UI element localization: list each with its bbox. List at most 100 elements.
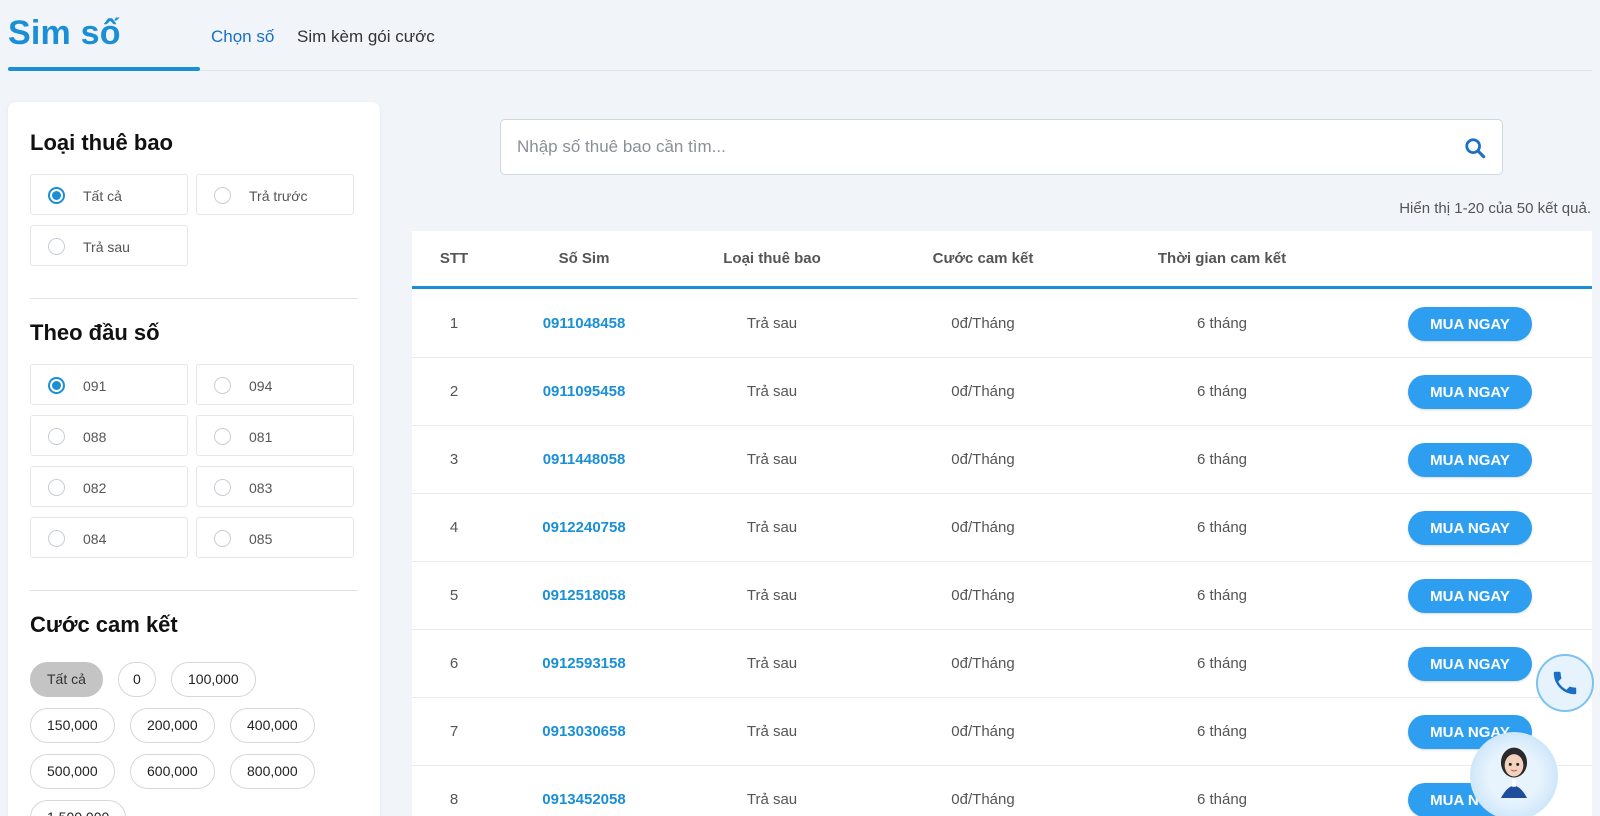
table-row: 4 0912240758 Trả sau 0đ/Tháng 6 tháng MUA NGA…: [412, 494, 1592, 562]
sim-number-link[interactable]: 0911095458: [543, 383, 626, 400]
option-label: 094: [249, 378, 273, 394]
table-row: 7 0913030658 Trả sau 0đ/Tháng 6 tháng MUA NGA…: [412, 698, 1592, 766]
results-count: Hiển thị 1-20 của 50 kết quả.: [1399, 200, 1591, 217]
commit-period-cell: 6 tháng: [1196, 587, 1248, 604]
commit-fee-cell: 0đ/Tháng: [951, 315, 1015, 332]
subscriber-type-cell: Trả sau: [746, 383, 798, 400]
option-label: 081: [249, 429, 273, 445]
fee-chip-500000[interactable]: 500,000: [30, 754, 115, 789]
option-label: 084: [83, 531, 107, 547]
table-row: 2 0911095458 Trả sau 0đ/Tháng 6 tháng MUA NGA…: [412, 358, 1592, 426]
commit-fee-cell: 0đ/Tháng: [951, 451, 1015, 468]
divider: [30, 590, 358, 591]
prefix-option-081[interactable]: 081: [196, 415, 354, 456]
radio-checked-icon: [48, 187, 65, 204]
option-label: 082: [83, 480, 107, 496]
subscriber-option-postpaid[interactable]: Trả sau: [30, 225, 188, 266]
sim-table: STT Số Sim Loại thuê bao Cước cam kết Th…: [412, 231, 1592, 816]
row-index: 6: [449, 655, 459, 672]
fee-chip-400000[interactable]: 400,000: [230, 708, 315, 743]
row-index: 7: [449, 723, 459, 740]
fee-chip-100000[interactable]: 100,000: [171, 662, 256, 697]
tab-chon-so[interactable]: Chọn số: [211, 27, 274, 47]
fee-chip-800000[interactable]: 800,000: [230, 754, 315, 789]
sim-number-link[interactable]: 0912240758: [542, 519, 625, 536]
prefix-option-083[interactable]: 083: [196, 466, 354, 507]
assistant-chat-button[interactable]: [1470, 732, 1558, 816]
commit-period-cell: 6 tháng: [1196, 451, 1248, 468]
option-label: 085: [249, 531, 273, 547]
fee-chip-600000[interactable]: 600,000: [130, 754, 215, 789]
commit-fee-cell: 0đ/Tháng: [951, 723, 1015, 740]
subscriber-type-cell: Trả sau: [746, 723, 798, 740]
option-label: 083: [249, 480, 273, 496]
buy-now-button[interactable]: MUA NGAY: [1408, 579, 1532, 613]
table-row: 5 0912518058 Trả sau 0đ/Tháng 6 tháng MUA NGA…: [412, 562, 1592, 630]
page-header: Sim số Chọn số Sim kèm gói cước: [8, 0, 1592, 71]
sim-number-link[interactable]: 0911048458: [543, 315, 626, 332]
commit-period-cell: 6 tháng: [1196, 519, 1248, 536]
option-label: 091: [83, 378, 107, 394]
page-title: Sim số: [8, 14, 121, 52]
fee-chip-all[interactable]: Tất cả: [30, 662, 103, 697]
prefix-option-084[interactable]: 084: [30, 517, 188, 558]
call-button[interactable]: [1536, 654, 1594, 712]
radio-icon: [214, 377, 231, 394]
prefix-option-082[interactable]: 082: [30, 466, 188, 507]
fee-chip-200000[interactable]: 200,000: [130, 708, 215, 743]
title-underline: [8, 67, 200, 71]
commit-period-cell: 6 tháng: [1196, 655, 1248, 672]
sim-number-link[interactable]: 0913030658: [542, 723, 625, 740]
radio-icon: [48, 479, 65, 496]
radio-icon: [214, 530, 231, 547]
header-fee: Cước cam kết: [932, 250, 1034, 267]
subscriber-type-cell: Trả sau: [746, 587, 798, 604]
table-row: 3 0911448058 Trả sau 0đ/Tháng 6 tháng MUA NGA…: [412, 426, 1592, 494]
table-header: STT Số Sim Loại thuê bao Cước cam kết Th…: [412, 231, 1592, 289]
radio-icon: [48, 238, 65, 255]
prefix-option-085[interactable]: 085: [196, 517, 354, 558]
buy-now-button[interactable]: MUA NGAY: [1408, 443, 1532, 477]
prefix-option-091[interactable]: 091: [30, 364, 188, 405]
sim-number-link[interactable]: 0912593158: [542, 655, 625, 672]
table-row: 8 0913452058 Trả sau 0đ/Tháng 6 tháng MUA NGA…: [412, 766, 1592, 816]
commit-fee-cell: 0đ/Tháng: [951, 587, 1015, 604]
fee-chip-1500000[interactable]: 1,500,000: [30, 800, 127, 816]
subscriber-type-cell: Trả sau: [746, 451, 798, 468]
row-index: 8: [449, 791, 459, 808]
radio-icon: [214, 479, 231, 496]
subscriber-option-prepaid[interactable]: Trả trước: [196, 174, 354, 215]
option-label: Tất cả: [83, 188, 122, 204]
search-input[interactable]: [517, 120, 1437, 174]
table-row: 1 0911048458 Trả sau 0đ/Tháng 6 tháng MUA NGA…: [412, 290, 1592, 358]
prefix-option-094[interactable]: 094: [196, 364, 354, 405]
header-type: Loại thuê bao: [723, 250, 821, 267]
sim-number-link[interactable]: 0911448058: [543, 451, 626, 468]
option-label: 088: [83, 429, 107, 445]
table-row: 6 0912593158 Trả sau 0đ/Tháng 6 tháng MUA NGA…: [412, 630, 1592, 698]
sim-number-link[interactable]: 0913452058: [542, 791, 625, 808]
search-icon[interactable]: [1464, 137, 1486, 159]
subscriber-option-all[interactable]: Tất cả: [30, 174, 188, 215]
buy-now-button[interactable]: MUA NGAY: [1408, 375, 1532, 409]
commit-fee-title: Cước cam kết: [30, 612, 178, 637]
subscriber-type-title: Loại thuê bao: [30, 130, 173, 155]
search-box: [500, 119, 1503, 175]
header-sim: Số Sim: [558, 250, 610, 267]
prefix-option-088[interactable]: 088: [30, 415, 188, 456]
buy-now-button[interactable]: MUA NGAY: [1408, 307, 1532, 341]
header-period: Thời gian cam kết: [1157, 250, 1287, 267]
commit-period-cell: 6 tháng: [1196, 315, 1248, 332]
buy-now-button[interactable]: MUA NGAY: [1408, 511, 1532, 545]
row-index: 5: [449, 587, 459, 604]
commit-period-cell: 6 tháng: [1196, 723, 1248, 740]
buy-now-button[interactable]: MUA NGAY: [1408, 647, 1532, 681]
fee-chip-150000[interactable]: 150,000: [30, 708, 115, 743]
tab-sim-kem-goi-cuoc[interactable]: Sim kèm gói cước: [297, 27, 435, 47]
row-index: 2: [449, 383, 459, 400]
commit-fee-cell: 0đ/Tháng: [951, 383, 1015, 400]
fee-chip-0[interactable]: 0: [118, 662, 156, 697]
filter-sidebar: Loại thuê bao Tất cả Trả trước Trả sau T…: [8, 102, 380, 816]
sim-number-link[interactable]: 0912518058: [542, 587, 625, 604]
commit-fee-cell: 0đ/Tháng: [951, 519, 1015, 536]
